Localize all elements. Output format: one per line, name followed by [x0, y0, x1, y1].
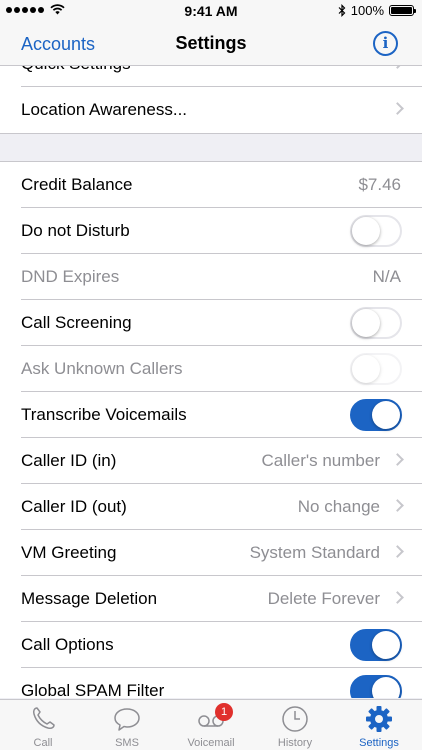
row-label: VM Greeting: [21, 543, 117, 562]
settings-row-location-awareness[interactable]: Location Awareness...: [0, 87, 422, 133]
chevron-right-icon: [391, 499, 404, 512]
tab-sms[interactable]: SMS: [85, 700, 169, 750]
toggle-knob: [352, 309, 380, 337]
chevron-right-icon: [391, 102, 404, 115]
do-not-disturb-toggle[interactable]: [350, 215, 402, 247]
row-label: DND Expires: [21, 267, 120, 286]
toggle-knob: [372, 631, 400, 659]
row-label: Do not Disturb: [21, 221, 130, 240]
battery-fill: [391, 7, 412, 14]
row-value: N/A: [372, 267, 401, 286]
tab-label: SMS: [115, 737, 139, 749]
tab-label: Voicemail: [187, 737, 235, 749]
call-options-toggle[interactable]: [350, 629, 402, 661]
row-label: Call Screening: [21, 313, 132, 332]
call-screening-toggle[interactable]: [350, 307, 402, 339]
tab-label: History: [277, 737, 313, 749]
toggle-knob: [372, 677, 400, 698]
settings-row-vm-greeting[interactable]: VM Greeting System Standard: [0, 530, 422, 576]
tab-voicemail[interactable]: 1 Voicemail: [169, 700, 253, 750]
bluetooth-icon: [338, 4, 346, 17]
gear-icon: [366, 706, 392, 732]
row-label: Ask Unknown Callers: [21, 359, 183, 378]
settings-row-global-spam-filter[interactable]: Global SPAM Filter: [0, 668, 422, 698]
tab-bar: Call SMS 1 Voicemail History Settings: [0, 699, 422, 750]
row-label: Global SPAM Filter: [21, 681, 165, 698]
page-title: Settings: [175, 33, 247, 53]
battery-percent: 100%: [350, 3, 384, 18]
toggle-knob: [372, 401, 400, 429]
toggle-knob: [352, 355, 380, 383]
settings-group-top: Quick Settings Location Awareness...: [0, 66, 422, 134]
settings-row-ask-unknown-callers: Ask Unknown Callers: [0, 346, 422, 392]
settings-row-quick-settings[interactable]: Quick Settings: [0, 66, 422, 87]
row-value: No change: [297, 497, 380, 516]
chevron-right-icon: [391, 545, 404, 558]
settings-list[interactable]: Quick Settings Location Awareness... Cred…: [0, 66, 422, 698]
settings-row-message-deletion[interactable]: Message Deletion Delete Forever: [0, 576, 422, 622]
row-label: Call Options: [21, 635, 114, 654]
settings-row-credit-balance[interactable]: Credit Balance $7.46: [0, 162, 422, 208]
row-value: Caller's number: [261, 451, 380, 470]
settings-row-caller-id-out[interactable]: Caller ID (out) No change: [0, 484, 422, 530]
chevron-right-icon: [391, 66, 404, 69]
tab-settings[interactable]: Settings: [337, 700, 421, 750]
ask-unknown-callers-toggle: [350, 353, 402, 385]
chat-bubble-icon: [114, 708, 140, 731]
settings-row-caller-id-in[interactable]: Caller ID (in) Caller's number: [0, 438, 422, 484]
chevron-right-icon: [391, 591, 404, 604]
status-bar: 9:41 AM 100%: [0, 0, 422, 22]
row-label: Caller ID (out): [21, 497, 127, 516]
clock-icon: [282, 706, 308, 732]
global-spam-filter-toggle[interactable]: [350, 675, 402, 698]
row-label: Location Awareness...: [21, 100, 188, 119]
row-value: System Standard: [249, 543, 380, 562]
phone-icon: [33, 707, 55, 729]
tab-label: Call: [33, 737, 53, 749]
voicemail-badge: 1: [215, 703, 233, 721]
battery-icon: [389, 5, 416, 16]
row-value: Delete Forever: [267, 589, 380, 608]
tab-history[interactable]: History: [253, 700, 337, 750]
settings-row-call-options[interactable]: Call Options: [0, 622, 422, 668]
row-label: Quick Settings: [21, 66, 131, 74]
row-label: Credit Balance: [21, 175, 133, 194]
settings-row-do-not-disturb[interactable]: Do not Disturb: [0, 208, 422, 254]
row-label: Caller ID (in): [21, 451, 117, 470]
settings-group-account: Credit Balance $7.46 Do not Disturb DND Exp…: [0, 161, 422, 698]
settings-row-transcribe-voicemails[interactable]: Transcribe Voicemails: [0, 392, 422, 438]
tab-call[interactable]: Call: [1, 700, 85, 750]
settings-row-call-screening[interactable]: Call Screening: [0, 300, 422, 346]
tab-label: Settings: [359, 737, 399, 749]
info-icon[interactable]: i: [373, 31, 398, 56]
navigation-bar: Accounts Settings i: [0, 22, 422, 66]
toggle-knob: [352, 217, 380, 245]
chevron-right-icon: [391, 453, 404, 466]
row-value: $7.46: [358, 175, 401, 194]
settings-row-dnd-expires: DND Expires N/A: [0, 254, 422, 300]
transcribe-voicemails-toggle[interactable]: [350, 399, 402, 431]
row-label: Transcribe Voicemails: [21, 405, 187, 424]
status-right: 100%: [338, 3, 416, 18]
row-label: Message Deletion: [21, 589, 158, 608]
